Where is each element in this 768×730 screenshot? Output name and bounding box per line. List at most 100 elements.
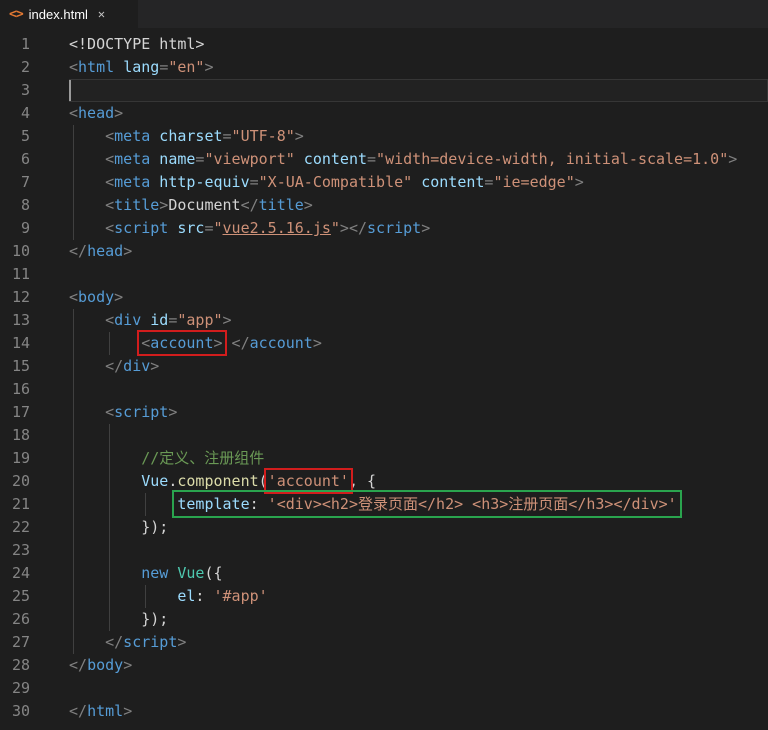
close-tab-icon[interactable]: ✕ <box>98 7 105 21</box>
code-line-21[interactable]: 21 template: '<div><h2>登录页面</h2> <h3>注册页面… <box>0 490 768 518</box>
code-text: </script> <box>105 631 186 654</box>
editor-tab-bar: <> index.html ✕ <box>0 0 768 28</box>
line-number: 15 <box>11 357 30 375</box>
code-text: </html> <box>69 700 132 723</box>
token: body <box>78 288 115 306</box>
text-cursor <box>69 80 71 101</box>
code-line-29[interactable]: 29 <box>0 677 768 700</box>
code-text: </div> <box>105 355 159 378</box>
code-line-5[interactable]: 5 <meta charset="UTF-8"> <box>0 125 768 148</box>
code-line-13[interactable]: 13 <div id="app"> <box>0 309 768 332</box>
token: : <box>249 495 259 513</box>
token: <!DOCTYPE html> <box>69 35 205 53</box>
code-line-2[interactable]: 2 <html lang="en"> <box>0 56 768 79</box>
code-line-27[interactable]: 27 </script> <box>0 631 768 654</box>
token: < <box>105 219 115 237</box>
token: "app" <box>177 311 223 329</box>
token: > <box>123 702 133 720</box>
token: name <box>159 150 196 168</box>
tab-index-html[interactable]: <> index.html ✕ <box>0 0 138 28</box>
token: script <box>123 633 178 651</box>
indent-guide <box>73 355 74 378</box>
line-number: 25 <box>11 587 30 605</box>
code-line-4[interactable]: 4 <head> <box>0 102 768 125</box>
token: > <box>339 219 349 237</box>
code-line-17[interactable]: 17 <script> <box>0 401 768 424</box>
code-line-23[interactable]: 23 <box>0 539 768 562</box>
code-line-9[interactable]: 9 <script src="vue2.5.16.js"></script> <box>0 217 768 240</box>
indent-guide <box>73 516 74 539</box>
code-line-26[interactable]: 26}); <box>0 608 768 631</box>
token: "UTF-8" <box>231 127 295 145</box>
code-text: <title>Document</title> <box>105 194 313 217</box>
line-number: 18 <box>11 426 30 444</box>
code-line-8[interactable]: 8 <title>Document</title> <box>0 194 768 217</box>
indent-guide <box>145 585 147 608</box>
code-line-22[interactable]: 22}); <box>0 516 768 539</box>
token: > <box>168 403 178 421</box>
code-line-3[interactable]: 3 <box>0 79 768 102</box>
token: > <box>574 173 584 191</box>
code-line-10[interactable]: 10 </head> <box>0 240 768 263</box>
code-line-11[interactable]: 11 <box>0 263 768 286</box>
token: script <box>114 219 169 237</box>
code-line-6[interactable]: 6 <meta name="viewport" content="width=de… <box>0 148 768 171</box>
code-text: Vue.component('account', { <box>141 468 376 494</box>
token: < <box>105 127 115 145</box>
token: src <box>177 219 205 237</box>
indent-guide <box>73 539 74 562</box>
indent-guide <box>109 470 111 493</box>
code-line-16[interactable]: 16 <box>0 378 768 401</box>
code-line-28[interactable]: 28 </body> <box>0 654 768 677</box>
code-text: <meta name="viewport" content="width=dev… <box>105 148 737 171</box>
red-annotation-box: 'account' <box>263 468 353 494</box>
code-line-20[interactable]: 20 Vue.component('account', { <box>0 468 768 494</box>
token: > <box>303 196 313 214</box>
line-number: 2 <box>20 58 30 76</box>
code-line-24[interactable]: 24 new Vue({ <box>0 562 768 585</box>
token: "en" <box>168 58 205 76</box>
token: < <box>69 288 79 306</box>
token: = <box>249 173 259 191</box>
code-line-1[interactable]: 1 <!DOCTYPE html> <box>0 33 768 56</box>
code-text: <meta http-equiv="X-UA-Compatible" conte… <box>105 171 584 194</box>
token: meta <box>114 173 151 191</box>
token: > <box>421 219 431 237</box>
code-line-15[interactable]: 15 </div> <box>0 355 768 378</box>
code-line-7[interactable]: 7 <meta http-equiv="X-UA-Compatible" cont… <box>0 171 768 194</box>
line-number: 13 <box>11 311 30 329</box>
indent-guide <box>109 516 111 539</box>
line-number: 16 <box>11 380 30 398</box>
code-line-19[interactable]: 19 //定义、注册组件 <box>0 447 768 470</box>
token: meta <box>114 150 151 168</box>
indent-guide <box>73 378 74 401</box>
token: lang <box>123 58 160 76</box>
token: account <box>150 334 214 352</box>
token: head <box>78 104 115 122</box>
token: = <box>168 311 178 329</box>
line-number: 26 <box>11 610 30 628</box>
line-number: 11 <box>11 265 30 283</box>
code-line-30[interactable]: 30 </html> <box>0 700 768 723</box>
code-text: </body> <box>69 654 132 677</box>
code-line-18[interactable]: 18 <box>0 424 768 447</box>
code-line-12[interactable]: 12 <body> <box>0 286 768 309</box>
code-line-14[interactable]: 14 <account> </account> <box>0 330 768 356</box>
indent-guide <box>73 470 74 493</box>
code-text: //定义、注册组件 <box>141 447 264 470</box>
code-text: <html lang="en"> <box>69 56 214 79</box>
code-line-25[interactable]: 25 el: '#app' <box>0 585 768 608</box>
code-editor[interactable]: 1 <!DOCTYPE html> 2 <html lang="en"> 3 4 <head… <box>0 28 768 730</box>
token: head <box>87 242 124 260</box>
token: http-equiv <box>159 173 250 191</box>
indent-guide <box>109 332 111 355</box>
token: '#app' <box>213 587 268 605</box>
token: "ie=edge" <box>493 173 575 191</box>
